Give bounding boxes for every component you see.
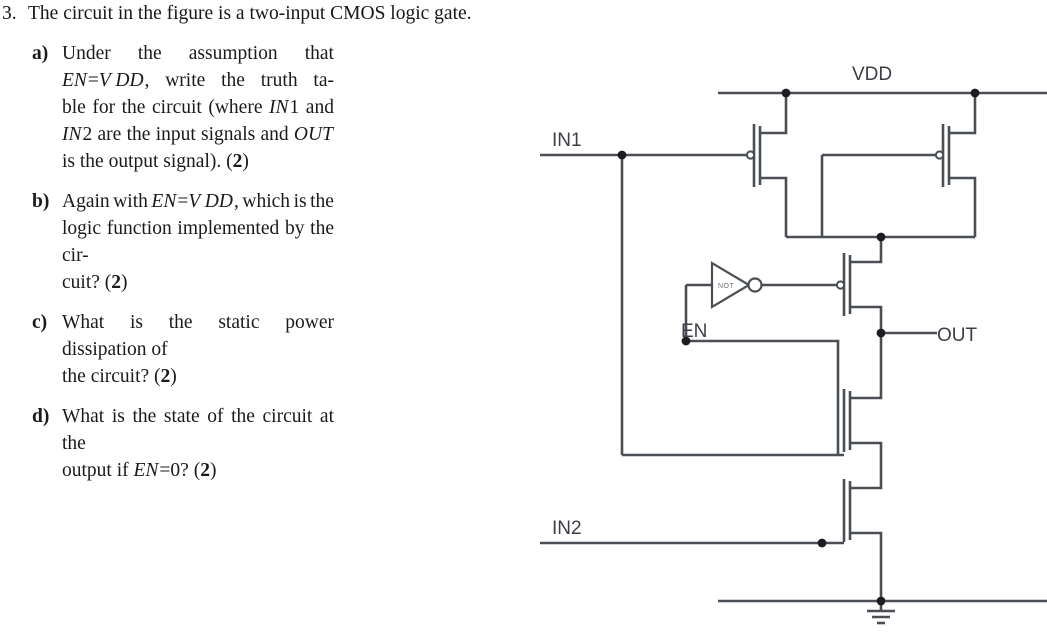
sub-question-a-label: a) bbox=[32, 43, 49, 64]
node-dot-vdd-right bbox=[970, 88, 980, 98]
label-en: EN bbox=[681, 321, 707, 342]
question-stem: 3. The circuit in the figure is a two-in… bbox=[0, 0, 540, 28]
sub-question-b: b) Again with EN=V DD, which is the logic fun… bbox=[32, 188, 334, 296]
question-block: 3. The circuit in the figure is a two-in… bbox=[0, 0, 540, 497]
nmos-mid-source-wire bbox=[850, 531, 883, 565]
sub-question-c: c) What is the static power dissipation … bbox=[32, 309, 334, 390]
question-stem-text: The circuit in the figure is a two-input… bbox=[28, 3, 472, 24]
junction-dots bbox=[617, 88, 980, 606]
pmos-in2-source-wire bbox=[949, 93, 977, 135]
pmos-in1-drain-wire bbox=[760, 176, 788, 237]
sub-question-a: a) Under the assumption that EN=V DD, write t… bbox=[32, 40, 334, 175]
sub-question-c-text: What is the static power dissipation of … bbox=[62, 312, 334, 387]
pmos-enbar-drain-wire bbox=[850, 305, 883, 333]
pmos-in1-source-wire bbox=[760, 93, 788, 135]
pmos-in2-gate-bubble bbox=[934, 150, 945, 160]
label-not-gate: NOT bbox=[718, 283, 734, 290]
label-out: OUT bbox=[937, 325, 978, 346]
page-root: 3. The circuit in the figure is a two-in… bbox=[0, 0, 1047, 632]
sub-question-c-label: c) bbox=[32, 312, 48, 333]
node-dot-out bbox=[876, 328, 886, 338]
label-in1: IN1 bbox=[552, 130, 582, 151]
node-dot-pmos-drain bbox=[876, 232, 886, 242]
circuit-schematic-svg: IN1 VDD EN OUT IN2 NOT bbox=[540, 64, 1047, 625]
label-in2: IN2 bbox=[552, 518, 582, 539]
pmos-enbar-source-wire bbox=[850, 237, 883, 264]
sub-question-b-label: b) bbox=[32, 191, 50, 212]
nmos-top-source-wire bbox=[850, 441, 883, 473]
node-dot-in2 bbox=[817, 538, 827, 548]
pmos-in2-drain-wire bbox=[949, 176, 977, 237]
question-number: 3. bbox=[2, 3, 17, 24]
sub-question-d-label: d) bbox=[32, 406, 50, 427]
nmos-mid-drain-wire bbox=[850, 473, 883, 490]
node-dot-gnd bbox=[876, 596, 886, 606]
label-vdd: VDD bbox=[852, 64, 892, 85]
sub-question-list: a) Under the assumption that EN=V DD, write t… bbox=[0, 40, 540, 484]
pmos-in1-gate-bubble bbox=[745, 150, 756, 160]
sub-question-d-text: What is the state of the circuit at the … bbox=[62, 406, 334, 481]
not-gate-bubble bbox=[747, 277, 763, 293]
sub-question-a-text: Under the assumption that EN=V DD, write the t… bbox=[62, 43, 334, 172]
sub-question-b-text: Again with EN=V DD, which is the logic functi… bbox=[62, 191, 334, 293]
en-input-wire bbox=[682, 339, 840, 455]
node-dot-in1 bbox=[617, 150, 627, 160]
circuit-figure: IN1 VDD EN OUT IN2 NOT bbox=[540, 0, 1047, 632]
nmos-top-drain-wire bbox=[850, 383, 883, 400]
node-dot-vdd-left bbox=[781, 88, 791, 98]
sub-question-d: d) What is the state of the circuit at t… bbox=[32, 403, 334, 484]
pmos-enbar-gate-bubble bbox=[835, 280, 846, 290]
